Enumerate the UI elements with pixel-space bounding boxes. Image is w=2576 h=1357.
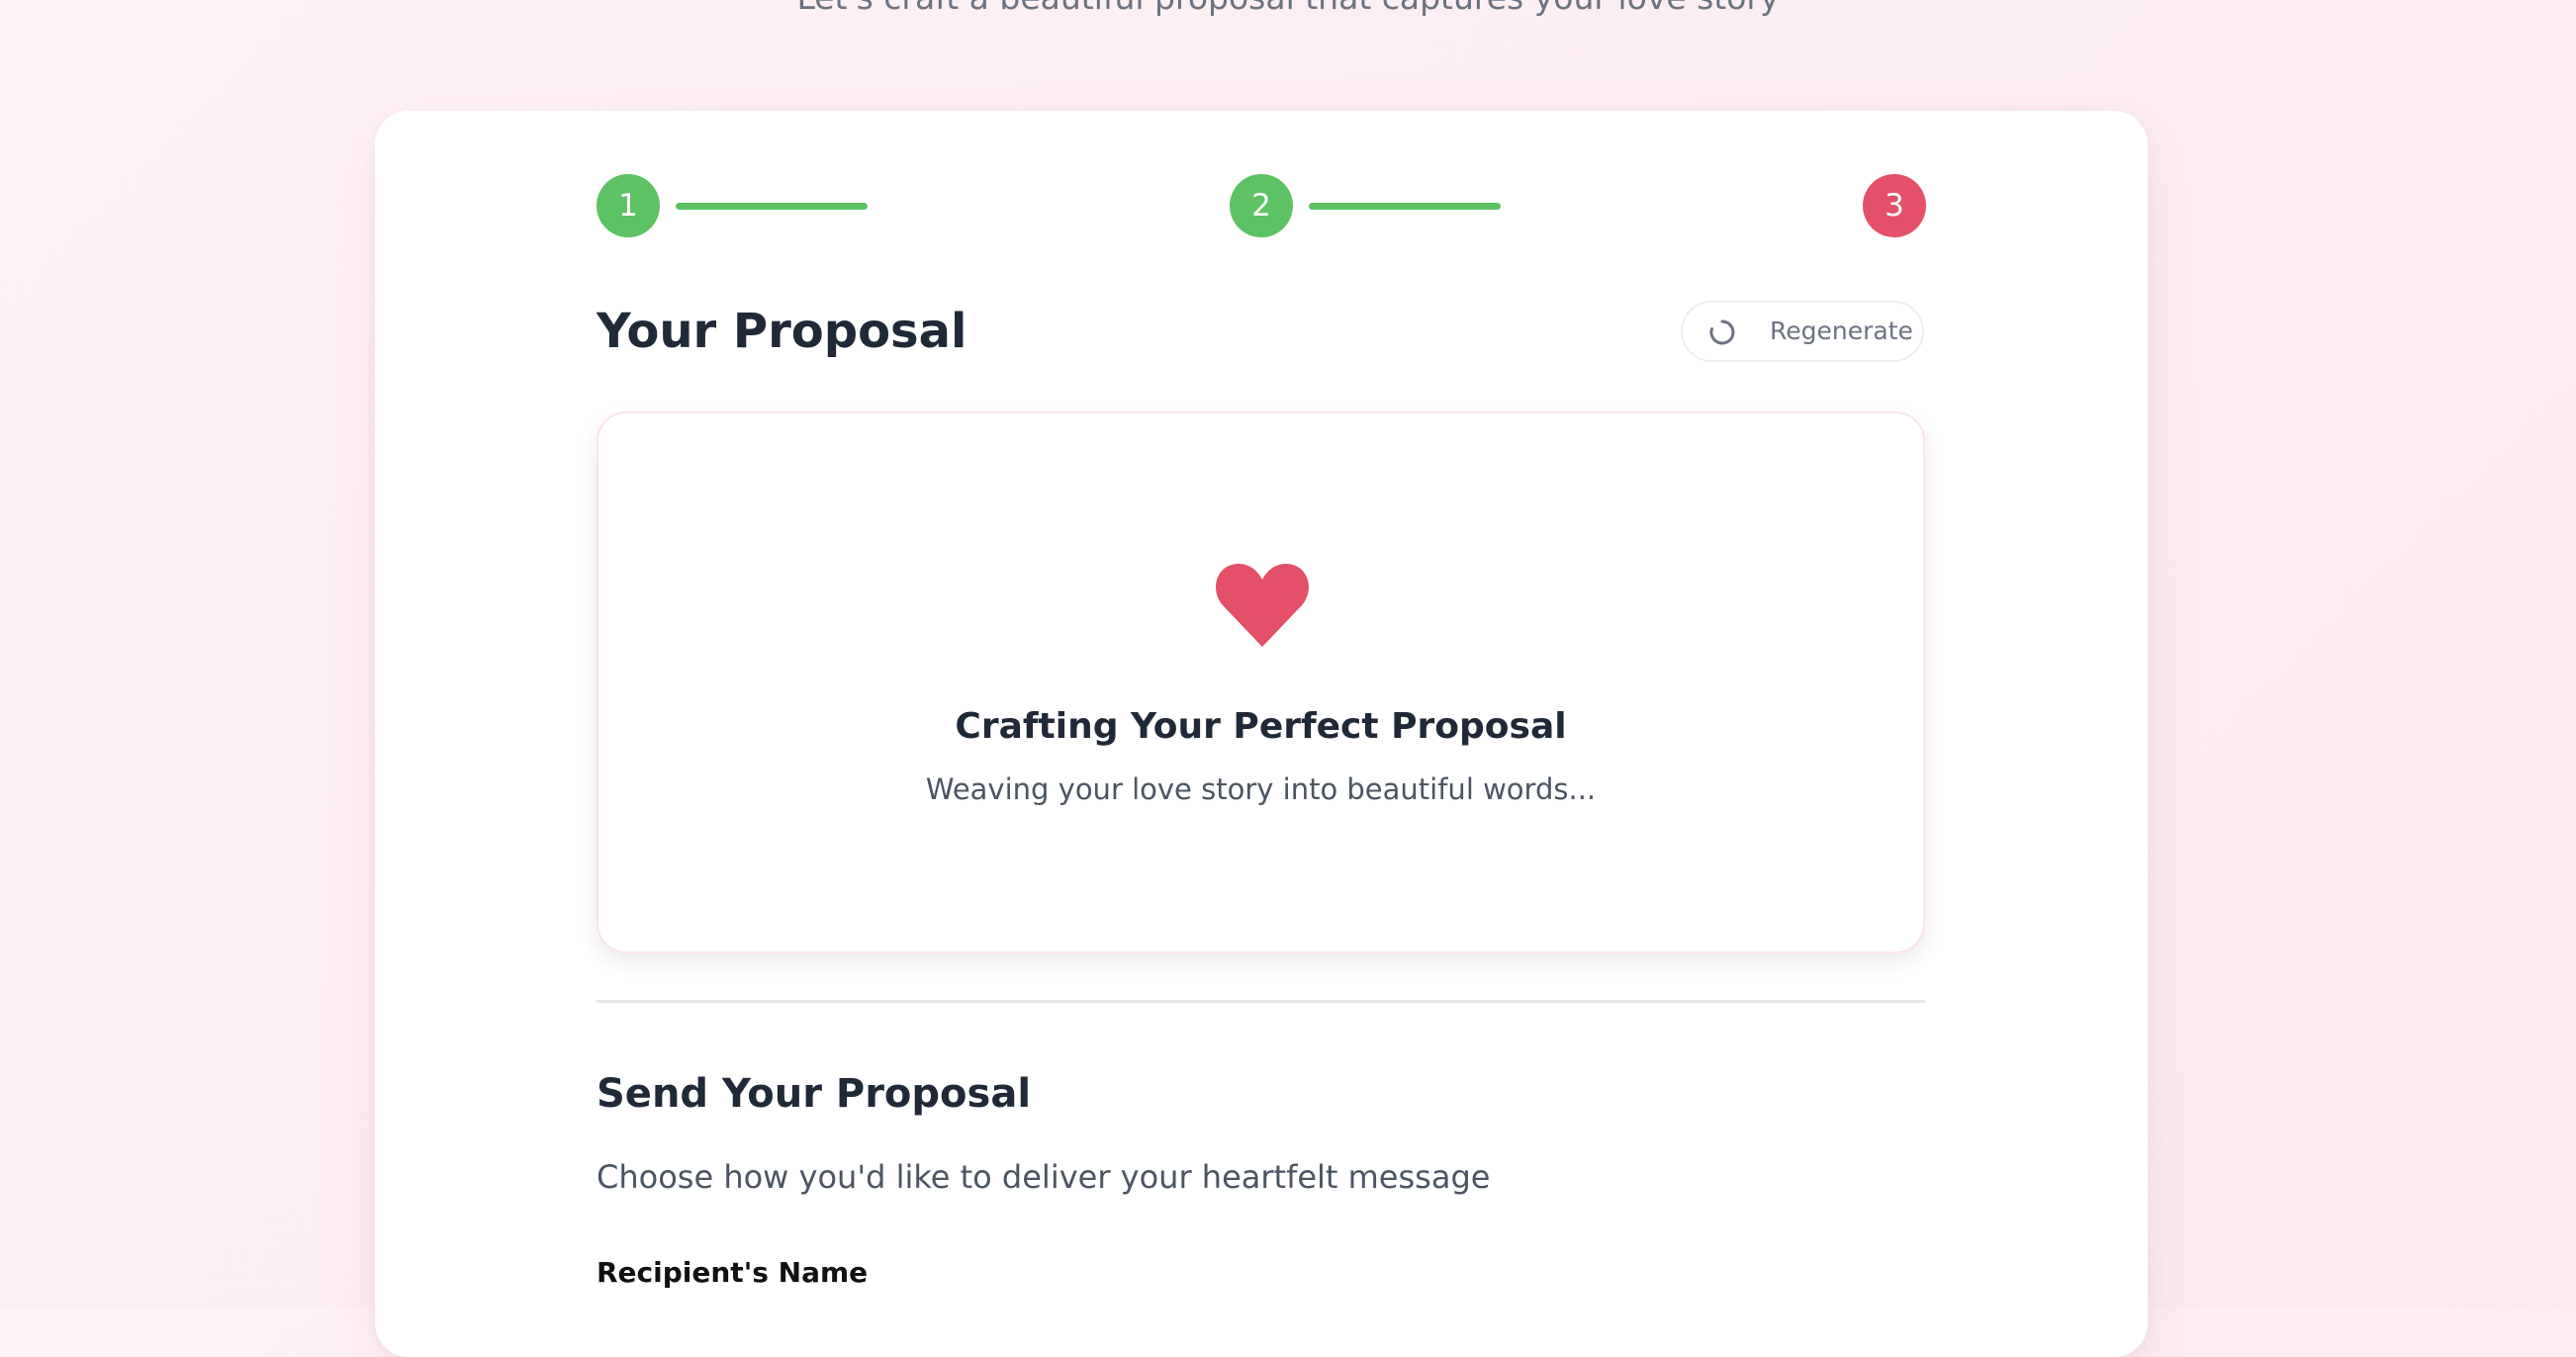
proposal-loading-panel: Crafting Your Perfect Proposal Weaving y…: [597, 411, 1925, 953]
recipient-name-label: Recipient's Name: [597, 1256, 869, 1289]
proposal-section-title: Your Proposal: [597, 304, 967, 359]
step-3-indicator: 3: [1863, 174, 1926, 237]
regenerate-label: Regenerate: [1770, 317, 1913, 345]
send-section-title: Send Your Proposal: [597, 1071, 1032, 1117]
step-2-connector: [1309, 203, 1501, 210]
send-section-subtitle: Choose how you'd like to deliver your he…: [597, 1158, 1491, 1196]
regenerate-button[interactable]: Regenerate: [1681, 301, 1924, 362]
step-2-indicator: 2: [1230, 174, 1293, 237]
loading-spinner-icon: [1708, 318, 1736, 346]
section-divider: [597, 1000, 1925, 1003]
step-1-connector: [676, 203, 868, 210]
page-tagline: Let's craft a beautiful proposal that ca…: [0, 0, 2576, 18]
step-1-indicator: 1: [597, 174, 660, 237]
loading-title: Crafting Your Perfect Proposal: [955, 706, 1567, 747]
progress-stepper: 1 2 3: [597, 174, 1926, 239]
loading-subtitle: Weaving your love story into beautiful w…: [925, 772, 1597, 806]
heart-icon: [1215, 560, 1310, 649]
